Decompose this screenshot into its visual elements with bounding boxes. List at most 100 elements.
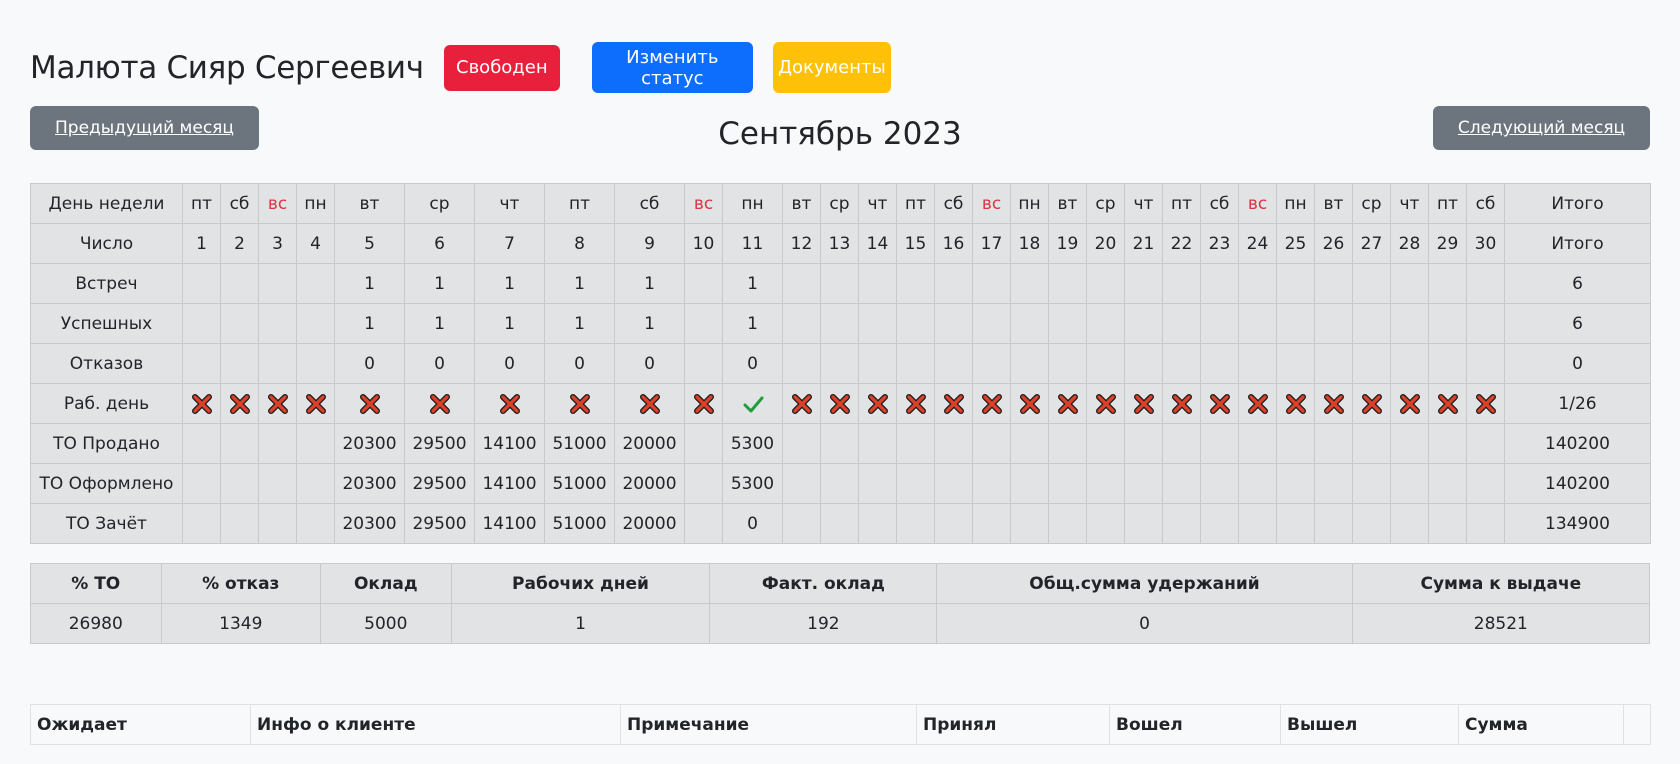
summary-header-row: % ТО% отказ Оклад Рабочих дней Факт. оклад О… xyxy=(30,563,1651,604)
day-cell xyxy=(334,383,405,424)
day-cell xyxy=(296,463,335,504)
day-cell xyxy=(896,343,935,384)
day-cell xyxy=(1162,503,1201,544)
day-cell xyxy=(1238,503,1277,544)
day-cell: сб xyxy=(220,183,259,224)
day-cell xyxy=(820,343,859,384)
day-cell: пн xyxy=(722,183,783,224)
total-cell: 6 xyxy=(1504,263,1651,304)
day-cell xyxy=(1162,303,1201,344)
cross-icon xyxy=(1171,393,1193,415)
check-icon xyxy=(742,393,764,415)
day-cell xyxy=(684,263,723,304)
day-cell: ср xyxy=(404,183,475,224)
summary-value: 1 xyxy=(450,603,711,644)
total-cell: Итого xyxy=(1504,223,1651,264)
day-cell xyxy=(1086,423,1125,464)
day-cell xyxy=(896,423,935,464)
day-cell: 0 xyxy=(544,343,615,384)
day-cell xyxy=(1124,463,1163,504)
cross-icon xyxy=(1247,393,1269,415)
day-cell: 5 xyxy=(334,223,405,264)
day-cell: 8 xyxy=(544,223,615,264)
documents-button[interactable]: Документы xyxy=(772,42,891,93)
day-cell: 18 xyxy=(1010,223,1049,264)
day-cell xyxy=(1238,263,1277,304)
day-cell xyxy=(858,303,897,344)
day-cell xyxy=(182,503,221,544)
cross-icon xyxy=(1133,393,1155,415)
day-cell xyxy=(1048,343,1087,384)
cross-icon xyxy=(1361,393,1383,415)
day-cell xyxy=(1314,263,1353,304)
calendar-row-workday: Раб. день 1/26 xyxy=(30,383,1651,424)
day-cell xyxy=(684,463,723,504)
cross-icon xyxy=(1437,393,1459,415)
day-cell xyxy=(684,343,723,384)
day-cell xyxy=(1314,423,1353,464)
day-cell xyxy=(182,463,221,504)
day-cell xyxy=(1466,343,1505,384)
day-cell xyxy=(1276,503,1315,544)
day-cell xyxy=(820,383,859,424)
summary-value: 26980 xyxy=(30,603,162,644)
day-cell xyxy=(722,383,783,424)
day-cell xyxy=(1200,383,1239,424)
day-cell xyxy=(220,503,259,544)
change-status-button[interactable]: Изменить статус xyxy=(591,42,753,93)
day-cell xyxy=(1390,263,1429,304)
row-label: Успешных xyxy=(30,303,183,344)
day-cell: сб xyxy=(1466,183,1505,224)
cross-icon xyxy=(693,393,715,415)
day-cell: 3 xyxy=(258,223,297,264)
day-cell xyxy=(220,423,259,464)
day-cell xyxy=(220,463,259,504)
day-cell xyxy=(1200,503,1239,544)
summary-header: Сумма к выдаче xyxy=(1351,563,1651,604)
day-cell xyxy=(972,463,1011,504)
day-cell: 20300 xyxy=(334,463,405,504)
day-cell: 0 xyxy=(334,343,405,384)
cross-icon xyxy=(905,393,927,415)
day-cell xyxy=(1162,263,1201,304)
cross-icon xyxy=(639,393,661,415)
day-cell xyxy=(182,263,221,304)
day-cell xyxy=(1428,303,1467,344)
day-cell: 20000 xyxy=(614,503,685,544)
row-label: День недели xyxy=(30,183,183,224)
day-cell xyxy=(1162,463,1201,504)
day-cell: ср xyxy=(1352,183,1391,224)
day-cell xyxy=(258,263,297,304)
day-cell xyxy=(1466,423,1505,464)
day-cell: 7 xyxy=(474,223,545,264)
day-cell xyxy=(1352,463,1391,504)
day-cell xyxy=(684,383,723,424)
day-cell xyxy=(258,343,297,384)
day-cell: 0 xyxy=(614,343,685,384)
day-cell: ср xyxy=(1086,183,1125,224)
day-cell xyxy=(820,463,859,504)
day-cell xyxy=(258,463,297,504)
day-cell xyxy=(820,303,859,344)
cross-icon xyxy=(1209,393,1231,415)
day-cell xyxy=(1428,423,1467,464)
day-cell xyxy=(404,383,475,424)
cross-icon xyxy=(867,393,889,415)
total-cell: 6 xyxy=(1504,303,1651,344)
next-month-button[interactable]: Следующий месяц xyxy=(1433,106,1650,150)
day-cell xyxy=(182,343,221,384)
queue-header: Сумма xyxy=(1458,704,1624,745)
total-cell: 140200 xyxy=(1504,463,1651,504)
day-cell: пн xyxy=(1276,183,1315,224)
day-cell: 1 xyxy=(404,263,475,304)
day-cell xyxy=(1124,263,1163,304)
day-cell xyxy=(296,383,335,424)
row-label: ТО Оформлено xyxy=(30,463,183,504)
row-label: Число xyxy=(30,223,183,264)
day-cell: 30 xyxy=(1466,223,1505,264)
status-button[interactable]: Свободен xyxy=(443,44,560,91)
day-cell xyxy=(1466,463,1505,504)
day-cell xyxy=(1086,263,1125,304)
day-cell xyxy=(1048,303,1087,344)
day-cell: 29 xyxy=(1428,223,1467,264)
